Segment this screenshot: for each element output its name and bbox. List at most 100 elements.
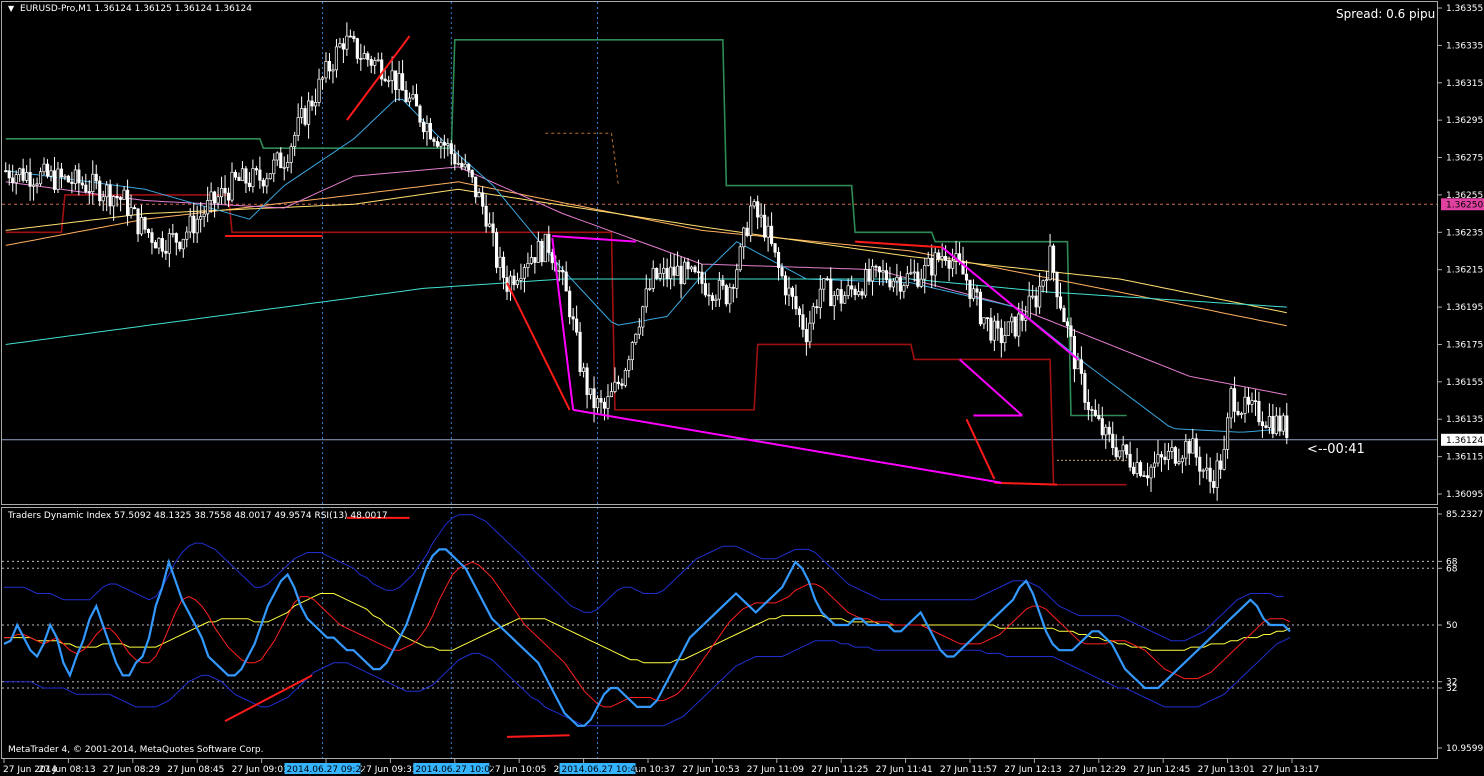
candle-body bbox=[578, 331, 582, 372]
candle-body bbox=[404, 89, 408, 103]
candle-body bbox=[992, 320, 996, 341]
candle-body bbox=[944, 256, 948, 261]
candle-body bbox=[717, 279, 721, 300]
indicator-title: Traders Dynamic Index 57.5092 48.1325 38… bbox=[8, 511, 388, 521]
time-marker-label: 2014.06.27 10:03 bbox=[415, 765, 495, 775]
candle-body bbox=[874, 265, 878, 268]
candle-body bbox=[435, 141, 439, 147]
candle-body bbox=[940, 256, 944, 260]
candle-body bbox=[428, 122, 433, 140]
candle-body bbox=[449, 143, 453, 155]
candle-body bbox=[132, 207, 137, 210]
candle-body bbox=[1125, 444, 1129, 455]
indicator-tick-label: 68 bbox=[1446, 557, 1458, 567]
candle-body bbox=[836, 289, 840, 296]
candle-body bbox=[616, 381, 620, 385]
candle-body bbox=[1097, 415, 1101, 419]
candle-body bbox=[1034, 295, 1038, 308]
candle-body bbox=[794, 296, 798, 310]
candle-body bbox=[139, 217, 144, 235]
candle-body bbox=[693, 266, 697, 273]
candle-body bbox=[860, 291, 864, 296]
candle-body bbox=[463, 163, 467, 168]
time-tick-label: 27 Jun 10:53 bbox=[682, 765, 739, 775]
candle-body bbox=[937, 252, 941, 260]
candle-body bbox=[185, 231, 189, 240]
price-tick-label: 1.36275 bbox=[1446, 154, 1483, 164]
candle-body bbox=[989, 317, 993, 341]
bid-price-label: 1.36124 bbox=[1446, 436, 1483, 446]
candle-body bbox=[474, 176, 478, 198]
candle-body bbox=[390, 70, 394, 81]
candle-body bbox=[926, 257, 930, 266]
candle-body bbox=[735, 269, 739, 289]
price-tick-label: 1.36115 bbox=[1446, 453, 1483, 463]
candle-body bbox=[49, 170, 53, 177]
candle-body bbox=[752, 201, 756, 207]
candle-body bbox=[268, 173, 272, 180]
candle-body bbox=[905, 273, 909, 286]
candle-body bbox=[669, 266, 673, 279]
candle-body bbox=[98, 180, 102, 202]
candle-body bbox=[1055, 272, 1059, 298]
candle-body bbox=[1243, 396, 1247, 414]
candle-body bbox=[895, 277, 899, 282]
candle-body bbox=[909, 272, 913, 275]
candle-body bbox=[1278, 415, 1282, 432]
candle-body bbox=[150, 232, 154, 243]
candle-body bbox=[160, 238, 164, 252]
candle-body bbox=[407, 97, 412, 103]
candle-body bbox=[112, 196, 116, 207]
candle-body bbox=[1145, 475, 1150, 479]
candle-body bbox=[797, 308, 801, 316]
candle-body bbox=[742, 227, 746, 248]
candle-body bbox=[1017, 313, 1021, 337]
candle-body bbox=[568, 290, 572, 318]
candle-body bbox=[1104, 426, 1108, 436]
candle-body bbox=[1159, 454, 1164, 458]
candle-body bbox=[898, 277, 902, 292]
candle-body bbox=[818, 288, 822, 309]
candle-body bbox=[209, 191, 213, 201]
price-tick-label: 1.36215 bbox=[1446, 266, 1483, 276]
price-tick-label: 1.36315 bbox=[1446, 79, 1483, 89]
dropdown-triangle-icon[interactable]: ▼ bbox=[8, 4, 14, 13]
candle-body bbox=[529, 257, 533, 264]
candle-body bbox=[891, 280, 895, 288]
candle-body bbox=[877, 266, 882, 273]
candle-body bbox=[188, 215, 192, 233]
candle-body bbox=[536, 240, 540, 263]
time-tick-label: 27 Jun 08:29 bbox=[103, 765, 160, 775]
candle-body bbox=[738, 246, 742, 271]
candle-body bbox=[575, 318, 579, 333]
candle-body bbox=[265, 178, 269, 187]
candle-body bbox=[1086, 402, 1090, 410]
candle-body bbox=[157, 238, 161, 249]
candle-body bbox=[1260, 421, 1264, 427]
candle-body bbox=[627, 359, 631, 371]
candle-body bbox=[477, 192, 481, 198]
candle-body bbox=[1187, 441, 1191, 454]
candle-body bbox=[648, 288, 652, 290]
candle-body bbox=[178, 241, 182, 250]
candle-body bbox=[7, 170, 11, 179]
candle-body bbox=[1163, 456, 1167, 460]
candle-body bbox=[1239, 413, 1244, 415]
time-tick-label: 27 Jun 09:33 bbox=[360, 765, 417, 775]
candle-body bbox=[418, 105, 422, 123]
candle-body bbox=[1107, 426, 1111, 435]
candle-body bbox=[254, 168, 258, 171]
candle-body bbox=[1079, 359, 1083, 374]
candle-body bbox=[219, 188, 224, 198]
candle-body bbox=[52, 170, 57, 190]
candle-body bbox=[933, 252, 937, 276]
candle-body bbox=[533, 257, 537, 263]
candle-body bbox=[498, 256, 502, 268]
candle-body bbox=[1111, 433, 1115, 449]
candle-body bbox=[167, 233, 171, 254]
candle-body bbox=[397, 73, 401, 90]
time-tick-label: 27 Jun 13:17 bbox=[1262, 765, 1319, 775]
candle-body bbox=[1274, 415, 1278, 434]
candle-body bbox=[540, 240, 544, 263]
candle-body bbox=[272, 159, 276, 175]
